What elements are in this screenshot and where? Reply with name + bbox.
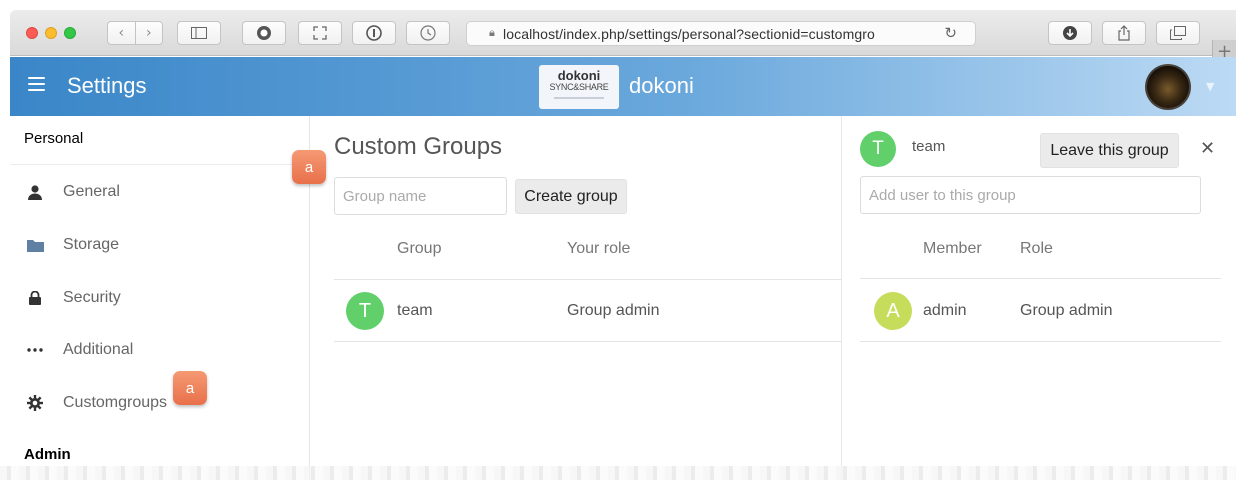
sidebar-item-label: Security	[63, 289, 121, 306]
fullscreen-button[interactable]	[298, 21, 342, 45]
sidebar-item-customgroups[interactable]: Customgroups	[24, 388, 294, 418]
sidebar-divider	[10, 164, 310, 165]
table-divider	[334, 341, 842, 342]
column-header-role: Your role	[567, 240, 631, 257]
close-icon[interactable]: ✕	[1200, 138, 1215, 159]
leave-group-button[interactable]: Leave this group	[1040, 133, 1179, 168]
forward-icon[interactable]: ›	[136, 25, 163, 41]
sidebar-toggle-button[interactable]	[177, 21, 221, 45]
back-forward-group: ‹ ›	[107, 21, 163, 45]
back-icon[interactable]: ‹	[108, 25, 135, 41]
chevron-down-icon[interactable]: ▼	[1206, 80, 1214, 93]
user-avatar[interactable]	[1145, 64, 1191, 110]
create-group-button[interactable]: Create group	[515, 179, 627, 214]
sidebar-item-storage[interactable]: Storage	[24, 230, 294, 260]
history-button[interactable]	[406, 21, 450, 45]
custom-groups-panel: Custom Groups Create group Group Your ro…	[311, 116, 842, 480]
downloads-button[interactable]	[1048, 21, 1092, 45]
address-bar[interactable]: 🔒︎ localhost/index.php/settings/personal…	[466, 21, 976, 46]
lock-icon: 🔒︎	[489, 27, 495, 39]
password-icon	[366, 25, 382, 41]
folder-icon	[24, 239, 46, 252]
torn-edge	[0, 466, 1236, 480]
group-avatar[interactable]: T	[346, 292, 384, 330]
logo-tagline-line	[554, 97, 604, 99]
sidebar-item-label: General	[63, 183, 120, 200]
table-divider	[860, 341, 1221, 342]
sidebar-item-label: Storage	[63, 236, 120, 253]
admin-heading: Admin	[24, 446, 71, 463]
member-name-cell: admin	[923, 302, 967, 319]
clock-icon	[420, 25, 436, 41]
sidebar-item-label: Additional	[63, 341, 134, 358]
sidebar-icon	[191, 27, 207, 39]
minimize-window-button[interactable]	[45, 27, 57, 39]
lock-icon	[24, 291, 46, 305]
gear-icon	[24, 395, 46, 411]
sidebar-item-additional[interactable]: Additional	[24, 335, 294, 365]
table-divider	[334, 279, 842, 280]
onepassword-button[interactable]	[352, 21, 396, 45]
tabs-button[interactable]	[1156, 21, 1200, 45]
download-icon	[1063, 26, 1077, 40]
browser-toolbar: ‹ › 🔒︎ localhost/index.php/settings/pers…	[10, 10, 1236, 66]
personal-heading: Personal	[24, 130, 84, 147]
person-icon	[24, 184, 46, 200]
sidebar-item-general[interactable]: General	[24, 177, 294, 207]
app-title[interactable]: Settings	[67, 73, 147, 99]
logo-line2: SYNC&SHARE	[549, 82, 609, 92]
grammarly-icon	[257, 26, 271, 40]
group-title: team	[912, 138, 946, 155]
column-header-role: Role	[1020, 240, 1053, 257]
group-detail-panel: T team Leave this group ✕ Member Role A …	[843, 116, 1236, 480]
column-header-group: Group	[397, 240, 442, 257]
app-header: Settings dokoni SYNC&SHARE dokoni ▼	[10, 57, 1236, 116]
reload-icon[interactable]: ↻	[944, 24, 957, 42]
sidebar-item-label: Customgroups	[63, 394, 168, 411]
annotation-badge: a	[173, 371, 207, 405]
url-text: localhost/index.php/settings/personal?se…	[503, 25, 875, 42]
group-role-cell: Group admin	[567, 302, 660, 319]
tabs-icon	[1170, 26, 1186, 40]
add-user-input[interactable]	[860, 176, 1201, 214]
group-name-cell[interactable]: team	[397, 302, 433, 320]
menu-icon[interactable]	[28, 77, 45, 95]
group-name-input[interactable]	[334, 177, 507, 215]
settings-sidebar: Personal General Storage Security Additi…	[10, 116, 310, 480]
brand-name: dokoni	[629, 73, 694, 98]
page-title: Custom Groups	[334, 133, 503, 160]
share-button[interactable]	[1102, 21, 1146, 45]
zoom-window-button[interactable]	[64, 27, 76, 39]
member-role-cell[interactable]: Group admin	[1020, 302, 1113, 320]
member-avatar: A	[874, 292, 912, 330]
expand-icon	[313, 26, 327, 40]
share-icon	[1118, 25, 1130, 41]
logo-line1: dokoni	[557, 68, 601, 83]
brand-logo[interactable]: dokoni SYNC&SHARE	[539, 65, 619, 109]
table-divider	[860, 278, 1221, 279]
group-avatar: T	[860, 131, 896, 167]
more-icon	[24, 348, 46, 352]
grammarly-button[interactable]	[242, 21, 286, 45]
close-window-button[interactable]	[26, 27, 38, 39]
annotation-badge: a	[292, 150, 326, 184]
column-header-member: Member	[923, 240, 982, 257]
sidebar-item-security[interactable]: Security	[24, 283, 294, 313]
